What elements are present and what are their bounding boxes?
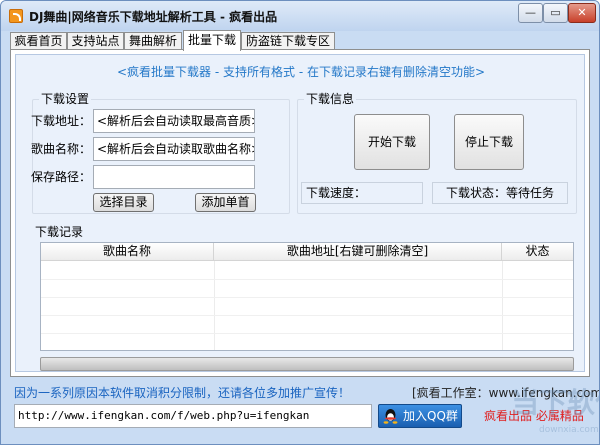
watermark-logo: 当下软件园 [511,387,599,418]
tab-home[interactable]: 疯看首页 [10,32,67,50]
row-divider [41,315,573,316]
app-window: DJ舞曲|网络音乐下载地址解析工具 - 疯看出品 — ▭ ✕ 疯看首页 支持站点… [0,0,600,445]
tab-page: <疯看批量下载器 - 支持所有格式 - 在下载记录右键有删除清空功能> 下载设置… [10,49,590,377]
close-button[interactable]: ✕ [568,3,596,23]
notice-text: 因为一系列原因本软件取消积分限制，还请各位多加推广宣传！ [14,386,351,400]
banner-text: <疯看批量下载器 - 支持所有格式 - 在下载记录右键有删除清空功能> [116,65,486,79]
title-bar[interactable]: DJ舞曲|网络音乐下载地址解析工具 - 疯看出品 — ▭ ✕ [1,1,599,31]
minimize-button[interactable]: — [518,3,543,23]
horizontal-scrollbar[interactable] [40,357,574,371]
batch-download-panel: <疯看批量下载器 - 支持所有格式 - 在下载记录右键有删除清空功能> 下载设置… [15,54,585,372]
row-divider [41,333,573,334]
download-status: 下载状态：等待任务 [432,182,568,204]
tab-batch-download[interactable]: 批量下载 [183,30,241,51]
download-settings-group: 下载设置 下载地址： <解析后会自动读取最高音质> 歌曲名称： <解析后会自动读… [31,92,290,214]
save-path-field[interactable] [93,165,255,189]
tab-supported-sites[interactable]: 支持站点 [67,32,124,50]
records-title: 下载记录 [35,225,84,239]
qq-penguin-icon [383,409,398,424]
rss-feed-icon [9,9,23,23]
window-title: DJ舞曲|网络音乐下载地址解析工具 - 疯看出品 [29,10,278,24]
stop-download-button[interactable]: 停止下载 [454,114,524,170]
promo-url-field[interactable]: http://www.ifengkan.com/f/web.php?u=ifen… [14,404,372,428]
column-status[interactable]: 状态 [502,243,573,261]
watermark-domain: downxia.com [539,425,599,435]
column-divider [502,261,503,350]
tab-anti-hotlink[interactable]: 防盗链下载专区 [241,32,335,50]
download-settings-title: 下载设置 [39,92,92,106]
column-song-url[interactable]: 歌曲地址[右键可删除清空] [214,243,502,261]
site-watermark: 当下软件园 downxia.com [511,381,599,441]
start-download-button[interactable]: 开始下载 [354,114,430,170]
tab-dj-parse[interactable]: 舞曲解析 [124,32,182,50]
song-name-field[interactable]: <解析后会自动读取歌曲名称> [93,137,255,161]
qq-button-label: 加入QQ群 [403,409,458,423]
row-divider [41,279,573,280]
column-divider [214,261,215,350]
row-divider [41,297,573,298]
download-info-group: 下载信息 开始下载 停止下载 下载速度： 下载状态：等待任务 [297,92,577,214]
download-records-table[interactable]: 歌曲名称 歌曲地址[右键可删除清空] 状态 [40,242,574,351]
column-song-name[interactable]: 歌曲名称 [41,243,214,261]
choose-directory-button[interactable]: 选择目录 [93,193,154,212]
download-speed: 下载速度： [301,182,423,204]
address-label: 下载地址： [31,114,92,128]
download-info-title: 下载信息 [304,92,357,106]
table-header: 歌曲名称 歌曲地址[右键可删除清空] 状态 [41,243,573,261]
song-name-label: 歌曲名称： [31,142,92,156]
address-field[interactable]: <解析后会自动读取最高音质> [93,109,255,133]
add-single-button[interactable]: 添加单首 [195,193,256,212]
join-qq-group-button[interactable]: 加入QQ群 [378,404,462,428]
maximize-button[interactable]: ▭ [543,3,568,23]
save-path-label: 保存路径： [31,170,92,184]
